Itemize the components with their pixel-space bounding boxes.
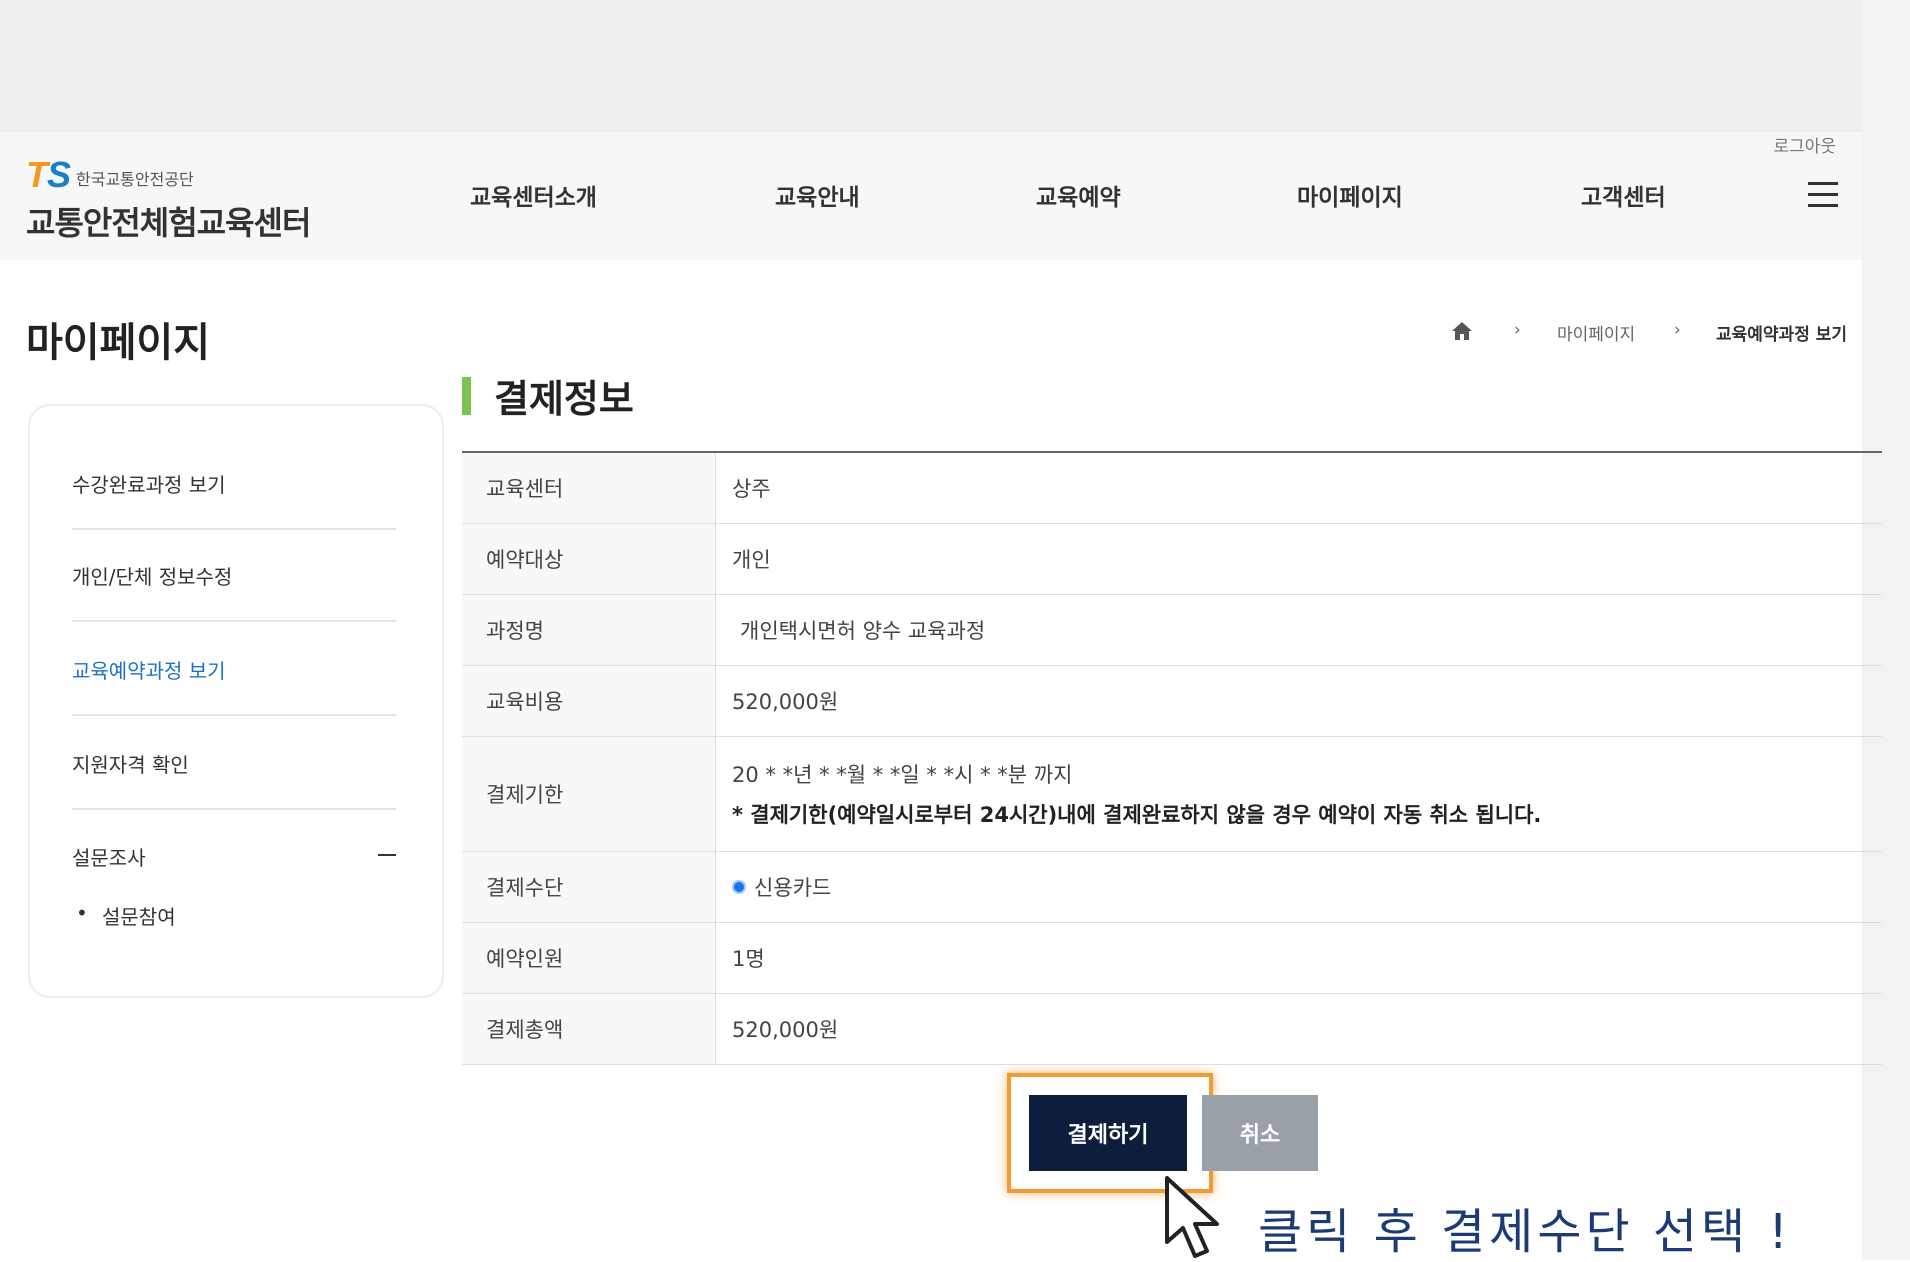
nav-item-reservation[interactable]: 교육예약	[1036, 178, 1121, 212]
table-row: 결제수단 신용카드	[462, 852, 1882, 923]
mouse-cursor-icon	[1165, 1176, 1219, 1258]
chevron-right-icon: ›	[1514, 320, 1521, 340]
nav-item-center-intro[interactable]: 교육센터소개	[470, 178, 597, 212]
course-name-value: 개인택시면허 양수 교육과정	[740, 619, 986, 643]
sidebar-item-survey[interactable]: 설문조사	[72, 810, 396, 902]
row-value: 상주	[732, 477, 771, 501]
table-row: 결제기한 20 * *년 * *월 * *일 * *시 * *분 까지 * 결제…	[462, 737, 1882, 852]
payment-method-cell: 신용카드	[716, 852, 1882, 922]
row-label: 결제수단	[462, 852, 716, 922]
row-label: 예약대상	[462, 524, 716, 594]
row-label: 교육센터	[462, 453, 716, 523]
fee-value: 520,000원	[732, 690, 839, 714]
logout-link[interactable]: 로그아웃	[1773, 132, 1836, 157]
pay-button[interactable]: 결제하기	[1029, 1095, 1187, 1171]
deadline-value: 20 * *년 * *월 * *일 * *시 * *분 까지	[732, 763, 1073, 787]
table-row: 예약대상 개인	[462, 524, 1882, 595]
logo-org-name: 한국교통안전공단	[76, 170, 194, 189]
site-header: 로그아웃 TS 한국교통안전공단 교통안전체험교육센터 교육센터소개 교육안내 …	[0, 132, 1862, 260]
home-icon[interactable]	[1451, 321, 1473, 341]
nav-item-education-guide[interactable]: 교육안내	[775, 178, 860, 212]
sidebar-item-label: 설문조사	[72, 845, 146, 870]
instruction-hint: 클릭 후 결제수단 선택 !	[1258, 1204, 1792, 1260]
total-amount-value: 520,000원	[732, 1018, 839, 1042]
headcount-value: 1명	[732, 947, 765, 971]
breadcrumb-mypage[interactable]: 마이페이지	[1557, 320, 1635, 345]
breadcrumb-current: 교육예약과정 보기	[1716, 325, 1848, 345]
row-label: 예약인원	[462, 923, 716, 993]
deadline-note: * 결제기한(예약일시로부터 24시간)내에 결제완료하지 않을 경우 예약이 …	[732, 803, 1542, 827]
chevron-right-icon: ›	[1674, 320, 1681, 340]
logo-ts-mark: TS	[26, 154, 71, 195]
nav-item-customer-center[interactable]: 고객센터	[1581, 178, 1666, 212]
cancel-button[interactable]: 취소	[1202, 1095, 1318, 1171]
table-row: 결제총액 520,000원	[462, 994, 1882, 1065]
credit-card-label[interactable]: 신용카드	[754, 872, 831, 902]
sidebar-item-eligibility[interactable]: 지원자격 확인	[72, 718, 396, 810]
row-label: 교육비용	[462, 666, 716, 736]
hamburger-icon[interactable]	[1808, 182, 1838, 215]
collapse-minus-icon[interactable]	[378, 854, 396, 856]
sidebar-item-completed-courses[interactable]: 수강완료과정 보기	[72, 438, 396, 530]
sidebar-item-reserved-courses[interactable]: 교육예약과정 보기	[72, 624, 396, 716]
credit-card-radio[interactable]	[732, 880, 746, 894]
section-accent-bar	[462, 377, 471, 415]
site-logo[interactable]: TS 한국교통안전공단 교통안전체험교육센터	[26, 154, 311, 244]
row-label: 결제총액	[462, 994, 716, 1064]
sidebar-subitem-survey-participate[interactable]: 설문참여	[76, 901, 175, 930]
table-row: 교육비용 520,000원	[462, 666, 1882, 737]
table-row: 예약인원 1명	[462, 923, 1882, 994]
sidebar: 수강완료과정 보기 개인/단체 정보수정 교육예약과정 보기 지원자격 확인 설…	[28, 404, 444, 998]
row-label: 과정명	[462, 595, 716, 665]
deadline-cell: 20 * *년 * *월 * *일 * *시 * *분 까지 * 결제기한(예약…	[716, 737, 1882, 851]
sidebar-item-edit-info[interactable]: 개인/단체 정보수정	[72, 530, 396, 622]
page-title: 마이페이지	[26, 320, 210, 366]
table-row: 과정명 개인택시면허 양수 교육과정	[462, 595, 1882, 666]
section-title: 결제정보	[494, 377, 634, 421]
nav-item-mypage[interactable]: 마이페이지	[1297, 178, 1403, 212]
payment-info-table: 교육센터 상주 예약대상 개인 과정명 개인택시면허 양수 교육과정 교육비용 …	[462, 451, 1882, 1065]
row-value: 개인	[732, 548, 771, 572]
logo-site-name: 교통안전체험교육센터	[26, 204, 311, 242]
top-gray-band	[0, 0, 1910, 132]
table-row: 교육센터 상주	[462, 453, 1882, 524]
row-label: 결제기한	[462, 737, 716, 851]
